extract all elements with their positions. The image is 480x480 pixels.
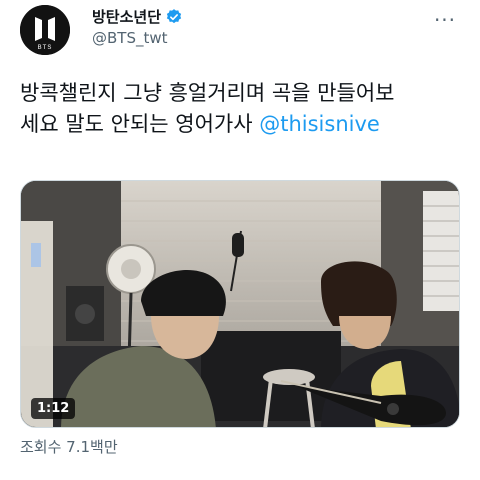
- video-player[interactable]: 1:12: [20, 180, 460, 428]
- author-handle[interactable]: @BTS_twt: [92, 29, 168, 47]
- author-display-name[interactable]: 방탄소년단: [92, 8, 183, 26]
- more-options-button[interactable]: ···: [430, 8, 460, 32]
- video-thumbnail: [21, 181, 459, 427]
- verified-badge-icon: [165, 8, 183, 26]
- author-avatar[interactable]: BTS: [20, 5, 70, 55]
- tweet-text-line-2: 세요 말도 안되는 영어가사 @thisisnive: [20, 109, 470, 140]
- more-horizontal-icon: ···: [433, 8, 457, 32]
- video-duration-badge: 1:12: [31, 398, 76, 419]
- view-count: 조회수 7.1백만: [20, 438, 118, 456]
- tweet-text-line-2-plain: 세요 말도 안되는 영어가사: [20, 112, 260, 136]
- author-name-text[interactable]: 방탄소년단: [92, 8, 161, 26]
- tweet-text: 방콕챌린지 그냥 흥얼거리며 곡을 만들어보 세요 말도 안되는 영어가사 @t…: [20, 78, 470, 140]
- avatar-logo-text: BTS: [38, 45, 53, 51]
- tweet-text-line-1: 방콕챌린지 그냥 흥얼거리며 곡을 만들어보: [20, 81, 395, 105]
- mention-link[interactable]: @thisisnive: [259, 112, 380, 136]
